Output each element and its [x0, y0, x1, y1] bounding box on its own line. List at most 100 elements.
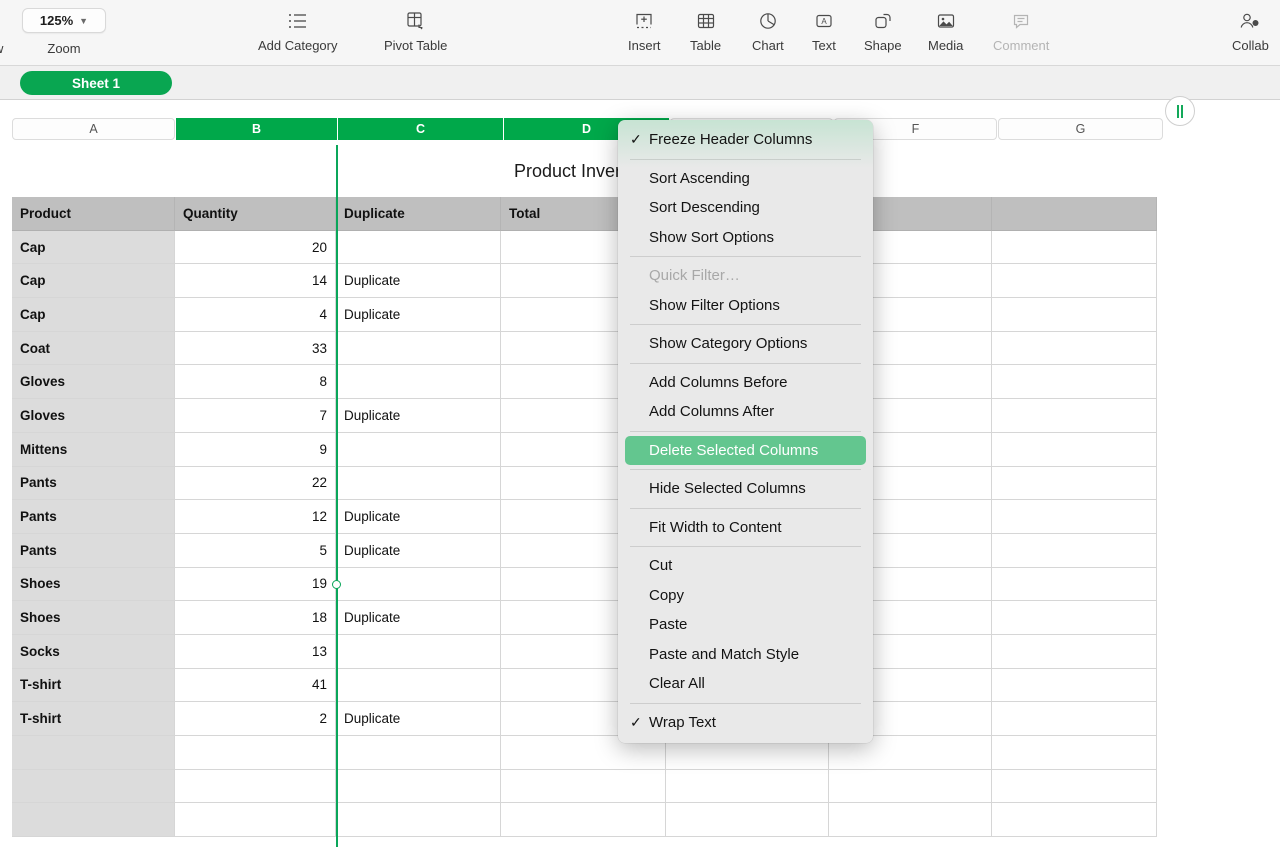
toolbar-button-text[interactable]: AText [812, 8, 836, 53]
table-cell[interactable]: Duplicate [336, 298, 501, 332]
table-cell[interactable]: Pants [12, 500, 175, 534]
table-cell[interactable] [992, 635, 1157, 669]
column-header-g[interactable]: G [998, 118, 1163, 140]
table-cell[interactable] [992, 669, 1157, 703]
table-cell[interactable] [992, 702, 1157, 736]
table-cell[interactable]: 12 [175, 500, 336, 534]
table-cell[interactable]: Gloves [12, 365, 175, 399]
column-header-b[interactable]: B [176, 118, 337, 140]
table-cell[interactable] [992, 467, 1157, 501]
toolbar-button-collab[interactable]: Collab [1232, 8, 1269, 53]
table-cell[interactable] [992, 298, 1157, 332]
table-cell[interactable]: Cap [12, 298, 175, 332]
table-cell[interactable]: Duplicate [336, 399, 501, 433]
table-cell[interactable] [992, 365, 1157, 399]
table-cell[interactable] [992, 770, 1157, 804]
menu-item-sort-ascending[interactable]: Sort Ascending [618, 164, 873, 194]
table-cell[interactable]: T-shirt [12, 702, 175, 736]
menu-item-freeze-header-columns[interactable]: ✓Freeze Header Columns [618, 125, 873, 155]
table-cell[interactable]: 4 [175, 298, 336, 332]
table-cell[interactable]: Socks [12, 635, 175, 669]
toolbar-button-add-category[interactable]: Add Category [258, 8, 338, 53]
table-cell[interactable]: Duplicate [336, 197, 501, 231]
table-cell[interactable]: 8 [175, 365, 336, 399]
table-cell[interactable]: Mittens [12, 433, 175, 467]
column-resize-handle[interactable] [332, 580, 341, 589]
table-cell[interactable]: Pants [12, 534, 175, 568]
table-cell[interactable] [992, 264, 1157, 298]
table-cell[interactable]: Duplicate [336, 702, 501, 736]
toolbar-button-insert[interactable]: Insert [628, 8, 661, 53]
table-cell[interactable] [336, 365, 501, 399]
table-cell[interactable]: 5 [175, 534, 336, 568]
table-cell[interactable] [336, 433, 501, 467]
table-cell[interactable] [12, 770, 175, 804]
column-header-a[interactable]: A [12, 118, 175, 140]
table-cell[interactable] [175, 736, 336, 770]
table-cell[interactable] [992, 601, 1157, 635]
table-cell[interactable]: 14 [175, 264, 336, 298]
menu-item-paste[interactable]: Paste [618, 610, 873, 640]
menu-item-sort-descending[interactable]: Sort Descending [618, 193, 873, 223]
toolbar-button-pivot-table[interactable]: Pivot Table [384, 8, 447, 53]
table-cell[interactable]: 9 [175, 433, 336, 467]
table-cell[interactable] [666, 770, 829, 804]
table-cell[interactable] [12, 803, 175, 837]
menu-item-show-category-options[interactable]: Show Category Options [618, 329, 873, 359]
toolbar-button-shape[interactable]: Shape [864, 8, 902, 53]
table-cell[interactable] [336, 635, 501, 669]
table-cell[interactable] [992, 500, 1157, 534]
table-cell[interactable] [992, 534, 1157, 568]
table-cell[interactable] [12, 736, 175, 770]
table-cell[interactable]: Shoes [12, 601, 175, 635]
table-cell[interactable]: Cap [12, 264, 175, 298]
toolbar-button-table[interactable]: Table [690, 8, 721, 53]
table-cell[interactable] [175, 770, 336, 804]
menu-item-delete-selected-columns[interactable]: Delete Selected Columns [625, 436, 866, 466]
table-cell[interactable] [175, 803, 336, 837]
menu-item-fit-width-to-content[interactable]: Fit Width to Content [618, 513, 873, 543]
table-cell[interactable]: 19 [175, 568, 336, 602]
column-header-c[interactable]: C [338, 118, 503, 140]
table-cell[interactable] [501, 770, 666, 804]
table-cell[interactable] [992, 197, 1157, 231]
table-cell[interactable] [336, 231, 501, 265]
table-cell[interactable]: Gloves [12, 399, 175, 433]
table-cell[interactable] [992, 332, 1157, 366]
table-cell[interactable]: Duplicate [336, 601, 501, 635]
menu-item-show-sort-options[interactable]: Show Sort Options [618, 223, 873, 253]
table-cell[interactable]: 41 [175, 669, 336, 703]
toolbar-button-chart[interactable]: Chart [752, 8, 784, 53]
table-cell[interactable] [336, 568, 501, 602]
table-cell[interactable] [992, 568, 1157, 602]
table-cell[interactable] [336, 770, 501, 804]
table-cell[interactable] [336, 803, 501, 837]
table-cell[interactable] [336, 669, 501, 703]
table-cell[interactable]: Quantity [175, 197, 336, 231]
toolbar-button-media[interactable]: Media [928, 8, 963, 53]
table-cell[interactable]: Coat [12, 332, 175, 366]
column-context-menu[interactable]: ✓Freeze Header Columns Sort AscendingSort… [618, 120, 873, 743]
menu-item-add-columns-before[interactable]: Add Columns Before [618, 368, 873, 398]
menu-item-show-filter-options[interactable]: Show Filter Options [618, 291, 873, 321]
table-cell[interactable] [666, 803, 829, 837]
menu-item-paste-and-match-style[interactable]: Paste and Match Style [618, 640, 873, 670]
menu-item-hide-selected-columns[interactable]: Hide Selected Columns [618, 474, 873, 504]
table-cell[interactable] [992, 433, 1157, 467]
add-column-icon[interactable] [1165, 96, 1195, 126]
menu-item-cut[interactable]: Cut [618, 551, 873, 581]
table-cell[interactable] [501, 803, 666, 837]
zoom-select[interactable]: 125% ▼ [22, 8, 106, 33]
table-cell[interactable] [992, 231, 1157, 265]
table-cell[interactable]: Duplicate [336, 264, 501, 298]
table-cell[interactable] [829, 803, 992, 837]
table-cell[interactable] [992, 399, 1157, 433]
table-cell[interactable] [336, 467, 501, 501]
column-selection-edge[interactable] [336, 145, 338, 847]
table-cell[interactable]: 22 [175, 467, 336, 501]
table-cell[interactable]: Duplicate [336, 534, 501, 568]
table-cell[interactable]: Cap [12, 231, 175, 265]
table-cell[interactable]: Pants [12, 467, 175, 501]
table-cell[interactable]: 2 [175, 702, 336, 736]
table-cell[interactable]: T-shirt [12, 669, 175, 703]
